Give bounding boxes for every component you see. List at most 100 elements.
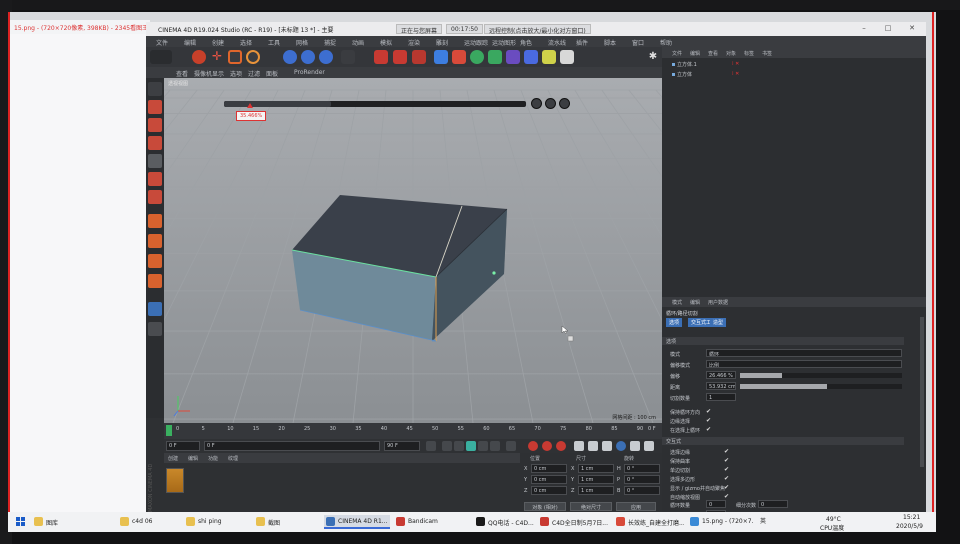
screen-share-pill[interactable]: 正在与您屏幕 [396,24,443,35]
make-editable-icon[interactable] [148,82,162,96]
checkbox-checked-icon[interactable]: ✔ [724,475,729,482]
menu-item[interactable]: 模拟 [380,38,392,47]
attribute-field[interactable]: 0 [706,500,726,508]
record-keys-icon[interactable] [528,441,538,451]
attribute-tab[interactable]: 造型 [710,318,727,327]
cube-icon[interactable] [434,50,448,64]
soft-selection-icon[interactable] [148,274,162,288]
coord-system-icon[interactable] [341,50,355,64]
x-axis-icon[interactable] [283,50,297,64]
material-menu-item[interactable]: 创建 [168,455,178,462]
viewport-menu-item[interactable]: 摄像机 [194,69,212,78]
attribute-tab[interactable]: 选项 [666,318,683,327]
taskbar-item[interactable]: shi ping [184,515,248,529]
menu-item[interactable]: 窗口 [632,38,644,47]
start-frame-field[interactable]: 0 F [166,441,200,451]
current-frame-marker[interactable] [166,425,172,436]
points-mode-icon[interactable] [148,154,162,168]
pen-icon[interactable] [452,50,466,64]
tweak-icon[interactable] [148,234,162,248]
taskbar-item[interactable]: CINEMA 4D R1... [324,515,390,529]
menu-item[interactable]: 角色 [520,38,532,47]
menu-item[interactable]: 运动图形 [492,38,516,47]
position-field[interactable]: 0 cm [531,464,567,473]
section-interactive[interactable]: 交互式 [662,437,904,445]
menu-item[interactable]: 选择 [240,38,252,47]
taskbar-item[interactable]: 长效练_自建全打磨... [614,515,684,529]
rotation-key-icon[interactable] [602,441,612,451]
prev-key-icon[interactable] [442,441,452,451]
pla-key-icon[interactable] [630,441,640,451]
menu-item[interactable]: 渲染 [408,38,420,47]
checkbox-checked-icon[interactable]: ✔ [724,448,729,455]
taskbar-item[interactable]: 图库 [32,515,112,529]
z-axis-icon[interactable] [319,50,333,64]
layout-gear-icon[interactable]: ✱ [646,50,660,64]
light-icon[interactable] [560,50,574,64]
undo-icon[interactable] [150,50,172,64]
viewport-menu-item[interactable]: 面板 [266,69,278,78]
enable-axis-icon[interactable] [148,214,162,228]
menu-item[interactable]: 运动跟踪 [464,38,488,47]
menu-item[interactable]: 编辑 [184,38,196,47]
layer-icon[interactable] [148,302,162,316]
attribute-field[interactable]: 比例 [706,360,902,368]
minimize-icon[interactable]: – [856,24,872,34]
size-field[interactable]: 1 cm [578,475,614,484]
material-menu-item[interactable]: 功能 [208,455,218,462]
position-field[interactable]: 0 cm [531,486,567,495]
attribute-menu-item[interactable]: 编辑 [690,299,700,306]
rotation-field[interactable]: 0 ° [624,464,660,473]
material-menu-item[interactable]: 编辑 [188,455,198,462]
position-field[interactable]: 0 cm [531,475,567,484]
rotate-icon[interactable] [246,50,260,64]
checkbox-checked-icon[interactable]: ✔ [706,426,711,433]
attribute-field[interactable]: 53.932 cm [706,382,736,390]
camera-icon[interactable] [542,50,556,64]
viewport-menu-item[interactable]: ProRender [294,69,325,76]
viewport-menu-item[interactable]: 显示 [212,69,224,78]
next-key-icon[interactable] [490,441,500,451]
menu-item[interactable]: 创建 [212,38,224,47]
texture-mode-icon[interactable] [148,118,162,132]
close-icon[interactable]: ✕ [904,24,920,34]
object-menu-item[interactable]: 文件 [672,50,682,57]
viewport-scene[interactable] [164,78,662,423]
size-field[interactable]: 1 cm [578,486,614,495]
preview-range-slider[interactable]: 0 F [204,441,380,451]
timeline-menu-icon[interactable] [644,441,654,451]
slider-add-icon[interactable] [545,98,556,109]
ime-indicator[interactable]: 英 [760,516,766,525]
object-menu-item[interactable]: 对象 [726,50,736,57]
checkbox-checked-icon[interactable]: ✔ [724,457,729,464]
rotation-field[interactable]: 0 ° [624,486,660,495]
menu-item[interactable]: 工具 [268,38,280,47]
attribute-slider[interactable] [740,384,902,389]
loopcut-slider-marker-icon[interactable] [247,103,253,108]
taskbar-item[interactable]: 截图 [254,515,318,529]
scale-icon[interactable] [228,50,242,64]
checkbox-checked-icon[interactable]: ✔ [706,417,711,424]
menu-item[interactable]: 文件 [156,38,168,47]
attribute-field[interactable]: 0 [758,500,788,508]
render-settings-icon[interactable] [412,50,426,64]
checkbox-checked-icon[interactable]: ✔ [724,484,729,491]
autokey-icon[interactable] [542,441,552,451]
preview-end-field[interactable]: 90 F [384,441,420,451]
viewport-menu-item[interactable]: 查看 [176,69,188,78]
object-item[interactable]: 立方体.1 ⁞ ✕ [672,61,739,70]
object-visibility-flags[interactable]: ⁞ ✕ [732,71,739,77]
object-visibility-flags[interactable]: ⁞ ✕ [732,61,739,67]
lock-workplane-icon[interactable] [148,322,162,336]
object-menu-item[interactable]: 标签 [744,50,754,57]
coord-mode-dropdown[interactable]: 对象 (相对) [524,502,566,511]
y-axis-icon[interactable] [301,50,315,64]
goto-end-icon[interactable] [506,441,516,451]
polygons-mode-icon[interactable] [148,190,162,204]
section-options[interactable]: 选项 [662,337,904,345]
windows-start-icon[interactable] [16,517,25,526]
render-picture-viewer-icon[interactable] [393,50,407,64]
scene-icon[interactable] [524,50,538,64]
perspective-viewport[interactable]: 透视视图 35.466% 网格间距 : 100 cm [164,78,662,423]
material-menu-item[interactable]: 纹理 [228,455,238,462]
